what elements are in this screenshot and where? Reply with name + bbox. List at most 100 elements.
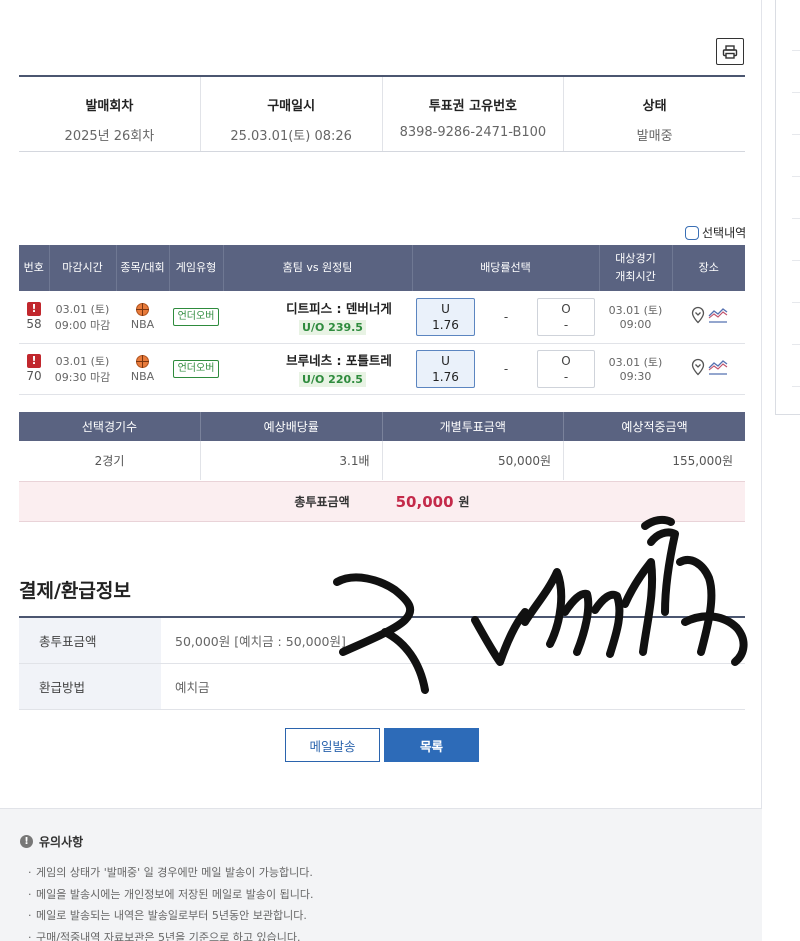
cell-place [672,291,745,344]
purchase-summary: 발매회차 2025년 26회차 구매일시 25.03.01(토) 08:26 투… [19,75,745,152]
odds-value: - [563,317,569,332]
main-panel: 발매회차 2025년 26회차 구매일시 25.03.01(토) 08:26 투… [0,0,762,941]
summary-label: 구매일시 [267,99,316,114]
divider [792,260,800,261]
list-item: 게임의 상태가 '발매중' 일 경우에만 메일 발송이 가능합니다. [20,862,762,884]
table-row: ! 70 03.01 (토) 09:30 마감 NBA 언더오버 브루네츠 : … [19,343,745,395]
location-pin-icon[interactable] [690,358,706,379]
cell-type: 언더오버 [169,291,223,344]
odds-value: - [563,369,569,384]
divider [792,50,800,51]
cell-event-time: 03.01 (토) 09:30 [599,343,672,395]
summary-purchase-date: 구매일시 25.03.01(토) 08:26 [201,77,383,151]
totals-row: 2경기 3.1배 50,000원 155,000원 [19,441,745,480]
header-line: 대상경기 [615,252,656,266]
trend-chart-icon[interactable] [708,306,728,327]
list-button[interactable]: 목록 [384,728,479,762]
summary-value: 8398-9286-2471-B100 [399,125,547,140]
alert-icon: ! [27,354,41,368]
list-item: 메일을 발송시에는 개인정보에 저장된 메일로 발송이 됩니다. [20,884,762,906]
cell-teams: 브루네츠 : 포틀트레 U/O 220.5 [223,343,412,395]
col-header-event-time: 대상경기 개최시간 [599,245,673,291]
under-odds-button[interactable]: U 1.76 [416,349,475,388]
location-pin-icon[interactable] [690,306,706,327]
print-button[interactable] [716,38,744,65]
deadline-date: 03.01 (토) [55,302,110,316]
totals-header-stake: 개별투표금액 [382,412,564,441]
divider [792,302,800,303]
totals-table: 선택경기수 예상배당률 개별투표금액 예상적중금액 2경기 3.1배 50,00… [19,412,745,480]
cell-league: NBA [116,343,169,395]
summary-label: 투표권 고유번호 [428,99,517,114]
col-header-deadline: 마감시간 [49,245,117,291]
cell-type: 언더오버 [169,343,223,395]
totals-header-payout: 예상적중금액 [563,412,745,441]
cell-event-time: 03.01 (토) 09:00 [599,291,672,344]
payment-key: 환급방법 [19,663,161,710]
summary-value: 발매중 [636,129,673,144]
cell-odds: U 1.76 - O - [412,291,599,344]
divider [792,176,800,177]
over-odds-button[interactable]: O - [537,297,595,336]
summary-status: 상태 발매중 [564,77,745,151]
odds-label: O [561,301,571,316]
deadline-time: 09:30 마감 [54,370,111,384]
basketball-icon [136,354,149,368]
summary-label: 상태 [642,99,667,114]
games-table: 번호 마감시간 종목/대회 게임유형 홈팀 vs 원정팀 배당률선택 대상경기 … [19,245,745,395]
list-item: 구매/적중내역 자료보관은 5년을 기준으로 하고 있습니다. [20,927,762,941]
odds-label: U [441,301,450,316]
totals-header-row: 선택경기수 예상배당률 개별투표금액 예상적중금액 [19,412,745,441]
game-number: 70 [26,369,42,383]
expected-odds: 3.1배 [200,441,383,480]
divider [792,386,800,387]
total-stake-label: 총투표금액 [294,495,350,509]
trend-chart-icon[interactable] [708,358,728,379]
payment-key: 총투표금액 [19,617,161,664]
event-date: 03.01 (토) [608,304,663,318]
uo-line: U/O 239.5 [299,320,366,336]
basketball-icon [136,302,149,316]
table-header-row: 번호 마감시간 종목/대회 게임유형 홈팀 vs 원정팀 배당률선택 대상경기 … [19,245,745,291]
game-type-badge: 언더오버 [172,307,220,326]
event-date: 03.01 (토) [608,356,663,369]
cell-odds: U 1.76 - O - [412,343,599,395]
odds-mid: - [503,309,509,324]
team-names: 브루네츠 : 포틀트레 [286,353,392,368]
selection-toggle-label: 선택내역 [702,226,747,240]
over-odds-button[interactable]: O - [537,349,595,388]
game-number: 58 [26,317,42,332]
event-time: 09:00 [619,318,652,332]
totals-header-odds: 예상배당률 [200,412,383,441]
game-type-badge: 언더오버 [172,359,220,378]
odds-value: 1.76 [432,317,459,332]
col-header-type: 게임유형 [169,245,224,291]
cell-league: NBA [116,291,169,344]
event-time: 09:30 [619,370,652,383]
payment-table: 총투표금액 50,000원 [예치금 : 50,000원] 환급방법 예치금 [19,616,745,710]
under-odds-button[interactable]: U 1.76 [416,297,475,336]
deadline-date: 03.01 (토) [55,354,110,368]
col-header-no: 번호 [19,245,50,291]
payment-value: 예치금 [161,663,745,710]
total-stake-unit: 원 [458,495,470,509]
checkbox-icon[interactable] [685,225,699,240]
payment-row: 총투표금액 50,000원 [예치금 : 50,000원] [19,617,745,664]
deadline-time: 09:00 마감 [54,318,111,332]
list-item: 메일로 발송되는 내역은 발송일로부터 5년동안 보관합니다. [20,905,762,927]
col-header-teams: 홈팀 vs 원정팀 [223,245,413,291]
cell-place [672,343,745,395]
summary-round: 발매회차 2025년 26회차 [19,77,201,151]
notice-list: 게임의 상태가 '발매중' 일 경우에만 메일 발송이 가능합니다. 메일을 발… [20,862,762,941]
col-header-odds: 배당률선택 [412,245,600,291]
notice-section: ! 유의사항 게임의 상태가 '발매중' 일 경우에만 메일 발송이 가능합니다… [0,808,762,941]
league-name: NBA [130,369,155,383]
summary-label: 발매회차 [85,99,134,114]
odds-label: U [441,353,450,368]
total-stake-bar: 총투표금액 50,000 원 [19,481,745,522]
col-header-league: 종목/대회 [116,245,170,291]
selection-toggle[interactable]: 선택내역 [685,224,746,241]
header-line: 개최시간 [615,270,656,283]
cell-no: ! 58 [19,291,49,344]
send-mail-button[interactable]: 메일발송 [285,728,380,762]
